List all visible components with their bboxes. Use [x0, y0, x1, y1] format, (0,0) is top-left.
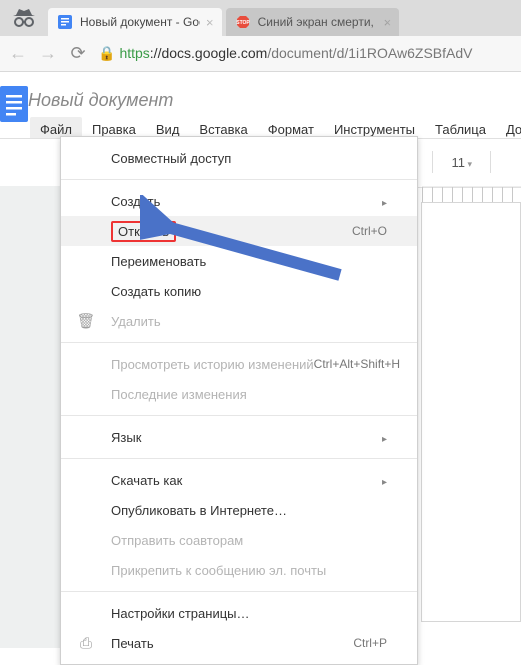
browser-tab-inactive[interactable]: STOP Синий экран смерти, BS ×	[226, 8, 400, 36]
ruler[interactable]	[422, 186, 521, 202]
menu-item-delete: 🗑 Удалить	[61, 306, 417, 336]
document-title[interactable]: Новый документ	[28, 90, 521, 111]
browser-tab-active[interactable]: Новый документ - Googl ×	[48, 8, 222, 36]
highlight-annotation: Открыть	[111, 221, 176, 242]
menu-item-language[interactable]: Язык	[61, 422, 417, 452]
stop-favicon-icon: STOP	[236, 15, 250, 29]
menu-item-publish[interactable]: Опубликовать в Интернете…	[61, 495, 417, 525]
tab-title: Синий экран смерти, BS	[258, 15, 378, 29]
svg-text:STOP: STOP	[236, 20, 250, 26]
menu-item-rename[interactable]: Переименовать	[61, 246, 417, 276]
docs-header: Новый документ Файл Правка Вид Вставка Ф…	[0, 72, 521, 142]
document-page[interactable]	[421, 202, 521, 622]
file-menu-dropdown: Совместный доступ Создать Открыть Ctrl+O…	[60, 136, 418, 665]
menu-item-email-attachment: Прикрепить к сообщению эл. почты	[61, 555, 417, 585]
menu-item-recent-changes: Последние изменения	[61, 379, 417, 409]
menu-item-page-setup[interactable]: Настройки страницы…	[61, 598, 417, 628]
back-button[interactable]: ←	[8, 43, 28, 64]
incognito-icon	[0, 0, 48, 36]
menu-item-revision-history: Просмотреть историю изменений Ctrl+Alt+S…	[61, 349, 417, 379]
docs-favicon-icon	[58, 15, 72, 29]
reload-button[interactable]: ⟳	[68, 43, 88, 64]
browser-tabbar: Новый документ - Googl × STOP Синий экра…	[0, 0, 521, 36]
trash-icon: 🗑	[77, 312, 95, 330]
menu-item-email-collaborators: Отправить соавторам	[61, 525, 417, 555]
menu-item-make-copy[interactable]: Создать копию	[61, 276, 417, 306]
menu-item-open[interactable]: Открыть Ctrl+O	[61, 216, 417, 246]
shortcut-label: Ctrl+O	[352, 224, 387, 238]
lock-icon: 🔒	[98, 45, 115, 61]
docs-logo-icon[interactable]	[0, 80, 28, 134]
print-icon: ⎙	[77, 635, 95, 652]
address-bar[interactable]: 🔒https://docs.google.com/document/d/1i1R…	[98, 45, 473, 62]
tab-title: Новый документ - Googl	[80, 15, 200, 29]
shortcut-label: Ctrl+Alt+Shift+H	[314, 357, 400, 371]
menu-item-share[interactable]: Совместный доступ	[61, 143, 417, 173]
menu-item-new[interactable]: Создать	[61, 186, 417, 216]
menu-item-download-as[interactable]: Скачать как	[61, 465, 417, 495]
menu-item-print[interactable]: ⎙ Печать Ctrl+P	[61, 628, 417, 658]
font-size-selector[interactable]: 11	[451, 155, 472, 170]
browser-navbar: ← → ⟳ 🔒https://docs.google.com/document/…	[0, 36, 521, 72]
forward-button[interactable]: →	[38, 43, 58, 64]
